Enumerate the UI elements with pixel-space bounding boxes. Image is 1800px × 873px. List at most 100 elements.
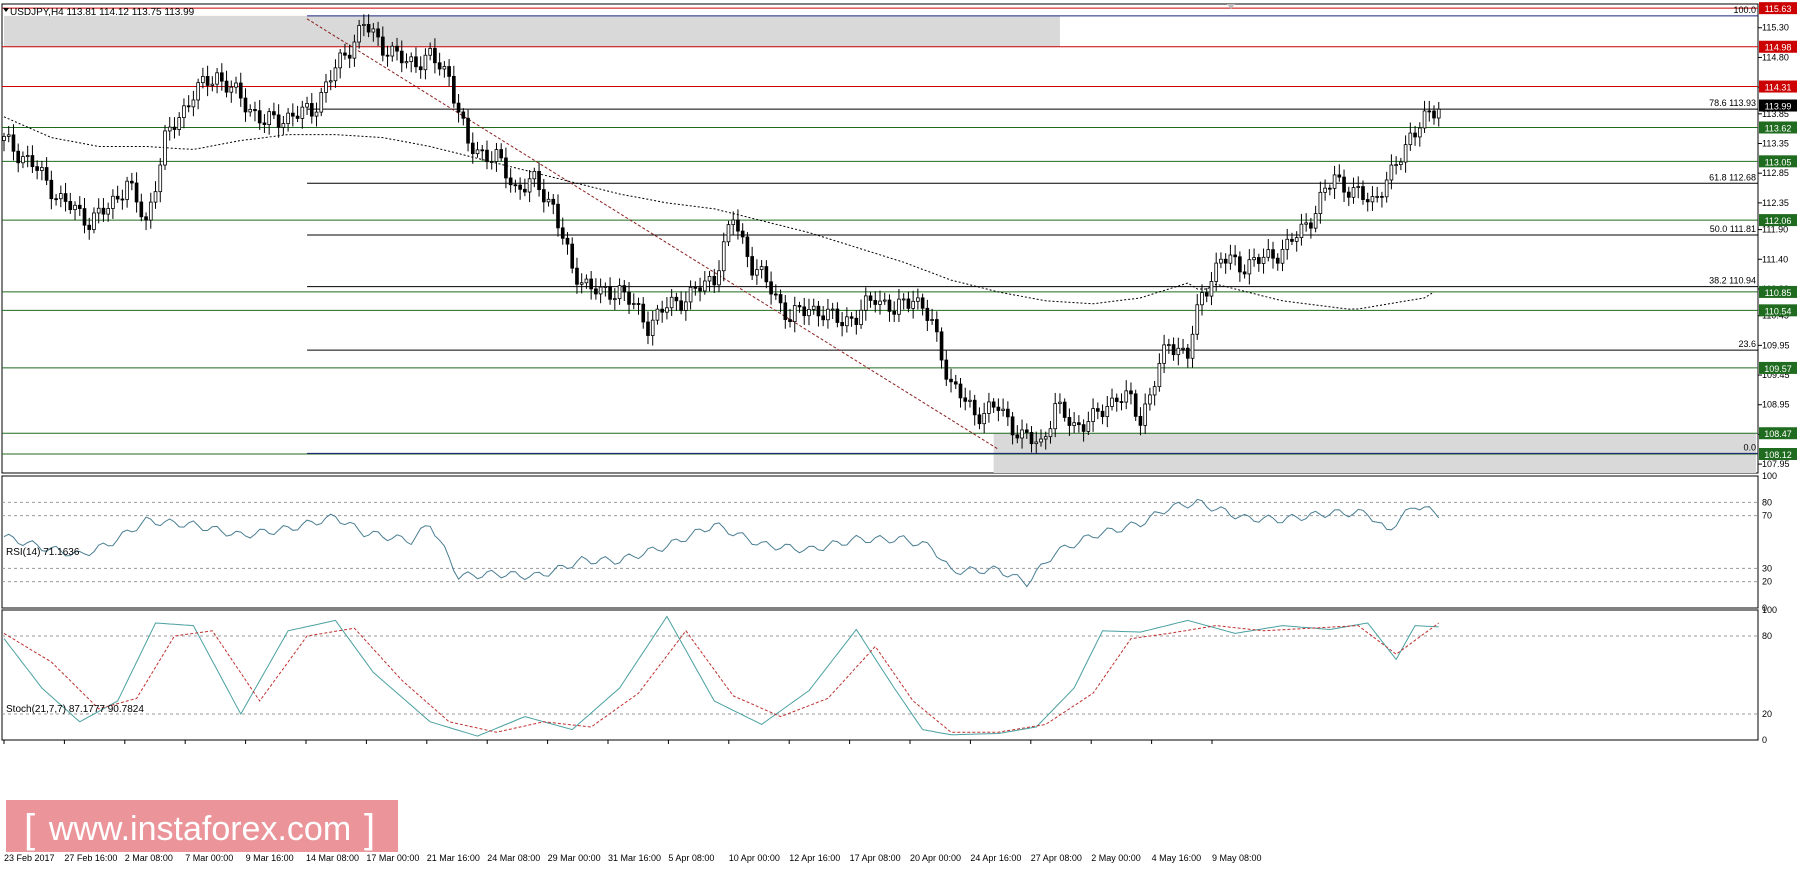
candle-body [35, 166, 39, 171]
candle-body [811, 305, 816, 310]
candle-body [1048, 428, 1053, 438]
candle-body [115, 195, 120, 200]
candle-body [1152, 386, 1157, 396]
candle-body [565, 237, 570, 245]
candle-body [575, 267, 579, 285]
candle-body [953, 381, 958, 385]
candle-body [1261, 256, 1266, 264]
candle-body [688, 286, 693, 303]
candle-body [532, 170, 537, 180]
candle-body [778, 294, 783, 304]
candle-body [106, 208, 110, 215]
candle-body [1081, 424, 1086, 432]
candle-body [437, 62, 442, 70]
candle-body [830, 308, 835, 311]
candle-body [1422, 110, 1427, 129]
candle-body [248, 109, 253, 113]
candle-body [707, 275, 712, 282]
candle-body [1417, 127, 1422, 138]
candle-body [887, 299, 892, 312]
candle-body [167, 126, 172, 132]
candle-body [82, 208, 87, 226]
candle-body [826, 308, 830, 321]
candle-body [882, 299, 887, 302]
gray-zone-top [4, 15, 1060, 47]
support-price-label: 113.05 [1765, 157, 1792, 167]
candle-body [96, 207, 101, 214]
candle-body [1332, 174, 1337, 189]
candle-body [262, 122, 267, 125]
candle-body [717, 270, 721, 286]
candle-body [1384, 179, 1389, 198]
candle-body [845, 316, 849, 327]
candle-body [660, 308, 665, 313]
stoch-title: Stoch(21,7,7) 87.1777 90.7824 [6, 704, 144, 715]
candle-body [698, 287, 702, 292]
candle-body [1020, 429, 1024, 439]
candle-body [1247, 259, 1252, 275]
candle-body [1095, 408, 1100, 412]
candle-body [911, 300, 915, 309]
candle-body [139, 201, 144, 218]
candle-body [144, 216, 148, 221]
candle-body [944, 359, 949, 380]
candle-body [59, 193, 63, 200]
x-tick-label: 2 May 00:00 [1091, 853, 1141, 863]
candle-body [328, 80, 333, 83]
candle-body [1275, 257, 1280, 264]
candle-body [1427, 110, 1432, 113]
stoch-tick-label: 0 [1762, 735, 1767, 745]
candle-body [963, 397, 968, 402]
candle-body [712, 275, 717, 286]
x-tick-label: 20 Apr 00:00 [910, 853, 961, 863]
candle-body [16, 150, 21, 164]
rsi-tick-label: 30 [1762, 563, 1772, 573]
candle-body [816, 305, 821, 317]
candle-body [470, 142, 475, 155]
candle-body [1148, 394, 1152, 405]
candle-body [1290, 238, 1294, 242]
candle-body [968, 399, 972, 402]
candle-body [1143, 403, 1147, 426]
candle-body [172, 126, 177, 130]
watermark-bracket-left: [ [24, 807, 35, 851]
watermark: www.instaforex.com [ ] [6, 800, 398, 852]
candle-body [456, 102, 461, 113]
candle-body [783, 302, 788, 320]
candle-body [276, 114, 281, 128]
support-price-label: 110.54 [1765, 306, 1792, 316]
candle-body [1380, 195, 1384, 198]
candle-body [1043, 436, 1048, 440]
candle-body [177, 117, 182, 130]
candle-body [977, 414, 982, 425]
candle-body [1432, 110, 1436, 119]
candle-body [423, 54, 428, 71]
candle-body [669, 296, 674, 309]
candle-body [1266, 249, 1271, 258]
candle-body [134, 182, 139, 203]
candle-body [731, 219, 736, 226]
candle-body [873, 300, 878, 305]
chart-canvas: 100.0 78.6 113.93 61.8 112.68 50.0 111.81 38… [0, 0, 1800, 868]
y-tick-label: 112.35 [1762, 198, 1789, 208]
candle-body [1285, 238, 1290, 250]
candle-body [1091, 408, 1095, 422]
candle-body [878, 300, 882, 305]
rsi-tick-label: 70 [1762, 511, 1772, 521]
candle-body [1294, 237, 1299, 242]
candle-body [286, 112, 290, 124]
candle-body [840, 322, 844, 327]
candle-body [769, 281, 773, 295]
candle-body [1114, 397, 1119, 402]
candle-body [996, 406, 1001, 411]
candle-body [6, 134, 11, 137]
candle-body [987, 401, 991, 414]
candle-body [1436, 108, 1441, 119]
support-price-label: 112.06 [1765, 216, 1792, 226]
candle-body [622, 285, 627, 293]
candle-body [399, 50, 404, 64]
candle-body [205, 76, 210, 86]
candle-body [163, 130, 167, 166]
candle-body [892, 310, 897, 315]
candle-body [608, 286, 612, 300]
